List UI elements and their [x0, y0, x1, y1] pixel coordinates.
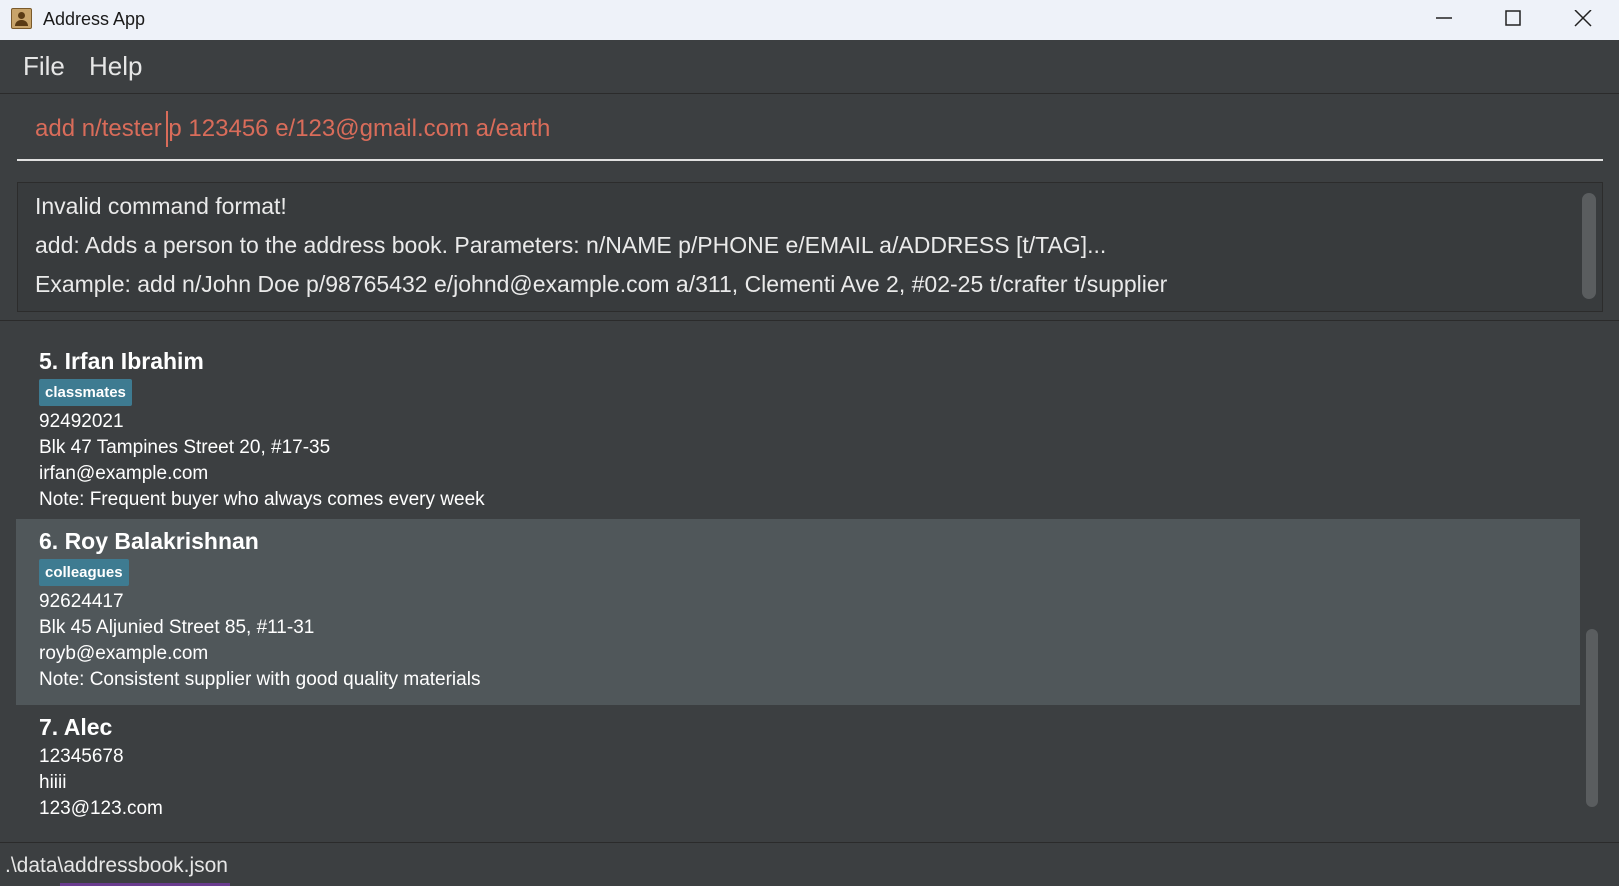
- minimize-button[interactable]: [1410, 0, 1478, 40]
- result-line: Example: add n/John Doe p/98765432 e/joh…: [35, 271, 1168, 297]
- minimize-icon: [1436, 17, 1452, 19]
- person-address: Blk 45 Aljunied Street 85, #11-31: [39, 617, 315, 638]
- person-list-panel: 5. Irfan Ibrahim classmates 92492021 Blk…: [0, 320, 1619, 843]
- person-name: 7. Alec: [39, 714, 113, 740]
- person-email: 123@123.com: [39, 798, 163, 819]
- person-note: Note: Frequent buyer who always comes ev…: [39, 489, 485, 510]
- save-location: .\data\addressbook.json: [5, 854, 228, 877]
- close-icon: [1574, 10, 1592, 27]
- maximize-button[interactable]: [1479, 0, 1547, 40]
- person-note: Note: Consistent supplier with good qual…: [39, 669, 481, 690]
- text-caret: [166, 111, 168, 147]
- command-box: add n/tester p 123456 e/123@gmail.com a/…: [0, 94, 1619, 176]
- person-address: Blk 47 Tampines Street 20, #17-35: [39, 437, 331, 458]
- menu-help[interactable]: Help: [89, 50, 142, 82]
- window-title: Address App: [43, 9, 146, 29]
- person-address: hiiii: [39, 772, 67, 793]
- list-scrollbar-thumb[interactable]: [1586, 629, 1598, 807]
- person-card-selected[interactable]: 6. Roy Balakrishnan colleagues 92624417 …: [16, 519, 1580, 705]
- command-input[interactable]: add n/tester p 123456 e/123@gmail.com a/…: [17, 94, 1603, 161]
- result-display[interactable]: Invalid command format! add: Adds a pers…: [17, 182, 1603, 312]
- result-line: Invalid command format!: [35, 193, 287, 219]
- result-scrollbar[interactable]: [1582, 193, 1596, 299]
- person-phone: 92492021: [39, 411, 124, 432]
- result-line: add: Adds a person to the address book. …: [35, 232, 1107, 258]
- person-card[interactable]: 5. Irfan Ibrahim classmates 92492021 Blk…: [16, 339, 1580, 519]
- maximize-icon: [1505, 10, 1521, 26]
- title-bar: Address App: [0, 0, 1619, 40]
- menu-file[interactable]: File: [23, 50, 65, 82]
- person-email: royb@example.com: [39, 643, 209, 664]
- person-list: 5. Irfan Ibrahim classmates 92492021 Blk…: [16, 339, 1580, 829]
- person-email: irfan@example.com: [39, 463, 209, 484]
- contact-book-icon: [11, 8, 32, 29]
- person-phone: 92624417: [39, 591, 124, 612]
- tag-badge: colleagues: [39, 559, 129, 586]
- close-button[interactable]: [1549, 0, 1617, 40]
- tag-badge: classmates: [39, 379, 132, 406]
- person-name: 6. Roy Balakrishnan: [39, 528, 259, 554]
- person-phone: 12345678: [39, 746, 124, 767]
- status-bar: .\data\addressbook.json: [0, 842, 1619, 886]
- list-scrollbar[interactable]: [1584, 321, 1602, 843]
- menu-bar: File Help: [0, 40, 1619, 94]
- person-name: 5. Irfan Ibrahim: [39, 348, 204, 374]
- command-text[interactable]: add n/tester p 123456 e/123@gmail.com a/…: [35, 114, 550, 144]
- person-card[interactable]: 7. Alec 12345678 hiiii 123@123.com: [16, 705, 1580, 829]
